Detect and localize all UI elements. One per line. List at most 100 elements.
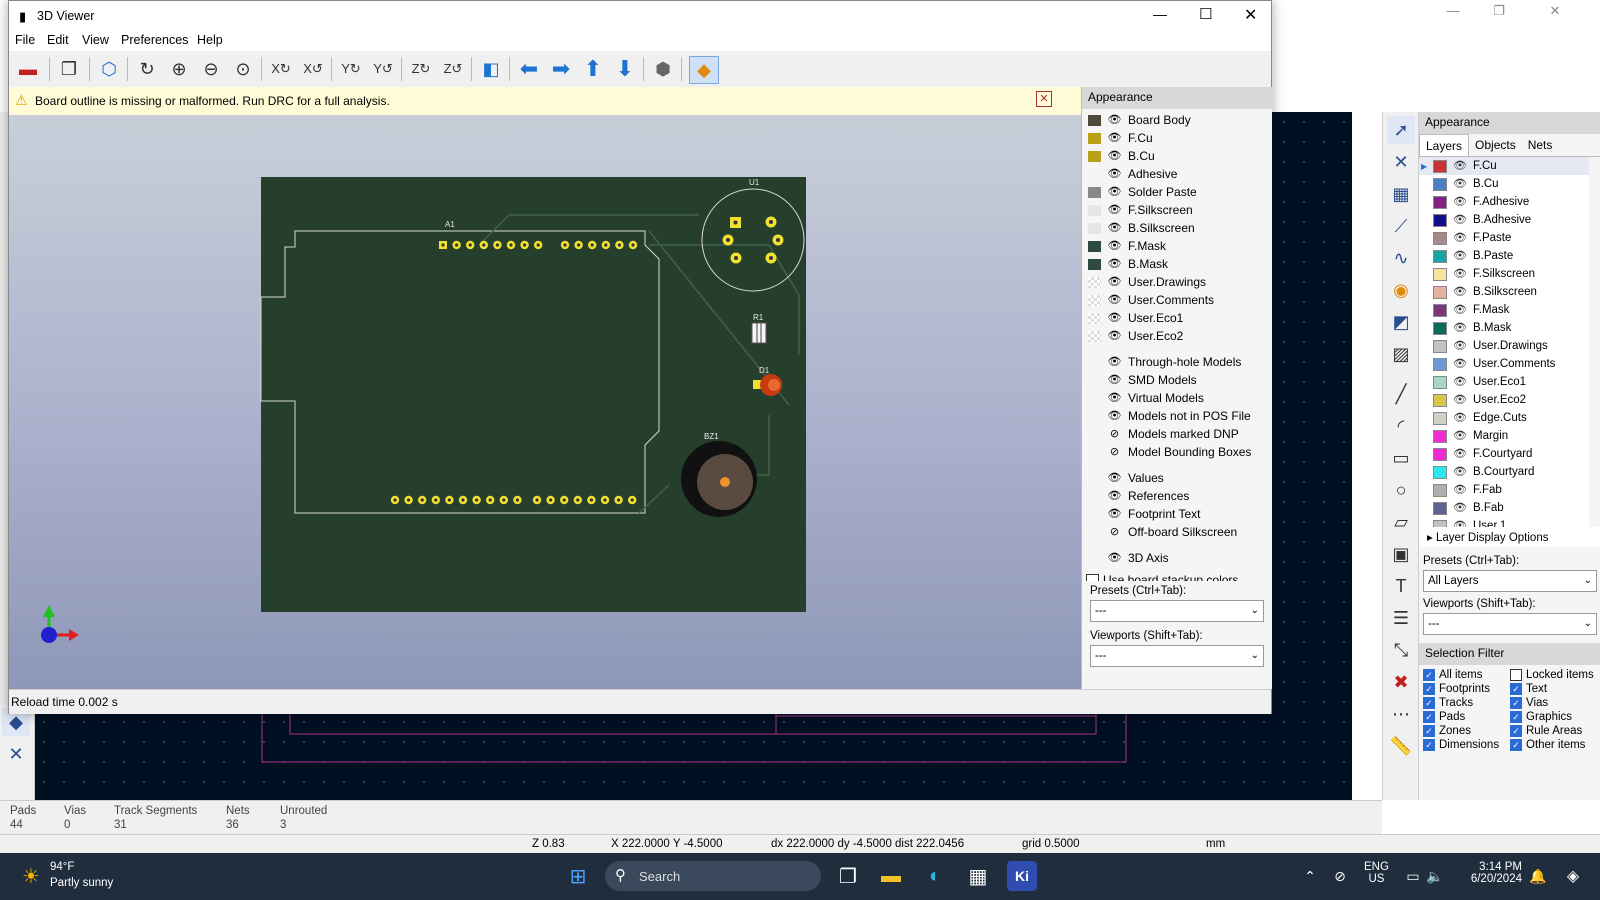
layer-row-f-cu[interactable]: 👁 F.Cu bbox=[1082, 129, 1272, 147]
visibility-off-icon[interactable]: ⊘ bbox=[1107, 428, 1122, 441]
pcb-layer-f-cu[interactable]: ▶ 👁 F.Cu bbox=[1419, 157, 1589, 175]
pcb-layer-f-mask[interactable]: 👁 F.Mask bbox=[1419, 301, 1589, 319]
layer-row-off-board-silkscreen[interactable]: ⊘ Off-board Silkscreen bbox=[1082, 523, 1272, 541]
layer-swatch[interactable] bbox=[1088, 473, 1101, 484]
maximize-icon[interactable]: ☐ bbox=[1199, 5, 1212, 23]
visibility-off-icon[interactable]: ⊘ bbox=[1107, 446, 1122, 459]
layer-row-3d-axis[interactable]: 👁 3D Axis bbox=[1082, 549, 1272, 567]
filter-rule-areas[interactable]: ✓ Rule Areas bbox=[1510, 725, 1597, 737]
layer-row-solder-paste[interactable]: 👁 Solder Paste bbox=[1082, 183, 1272, 201]
filter-dimensions[interactable]: ✓ Dimensions bbox=[1423, 739, 1510, 751]
pcb-layer-b-silkscreen[interactable]: 👁 B.Silkscreen bbox=[1419, 283, 1589, 301]
measure-icon[interactable]: 📏 bbox=[1387, 732, 1415, 760]
visibility-eye-icon[interactable]: 👁 bbox=[1453, 429, 1467, 443]
layer-row-smd-models[interactable]: 👁 SMD Models bbox=[1082, 371, 1272, 389]
weather-icon[interactable]: ☀ bbox=[16, 861, 46, 891]
visibility-eye-icon[interactable]: 👁 bbox=[1453, 213, 1467, 227]
visibility-eye-icon[interactable]: 👁 bbox=[1453, 393, 1467, 407]
stackup-checkbox[interactable] bbox=[1086, 573, 1099, 581]
select-icon[interactable]: ➚ bbox=[1387, 116, 1415, 144]
layer-swatch[interactable] bbox=[1088, 186, 1101, 198]
visibility-eye-icon[interactable]: 👁 bbox=[1107, 258, 1122, 271]
add-textbox-icon[interactable]: ☰ bbox=[1387, 604, 1415, 632]
clock[interactable]: 3:14 PM 6/20/2024 bbox=[1458, 861, 1522, 885]
add-image-icon[interactable]: ▣ bbox=[1387, 540, 1415, 568]
layer-swatch[interactable] bbox=[1088, 204, 1101, 216]
layer-row-adhesive[interactable]: 👁 Adhesive bbox=[1082, 165, 1272, 183]
visibility-eye-icon[interactable]: 👁 bbox=[1107, 222, 1122, 235]
layer-row-b-mask[interactable]: 👁 B.Mask bbox=[1082, 255, 1272, 273]
copilot-icon[interactable]: ◈ bbox=[1558, 861, 1588, 891]
pcb-layer-f-silkscreen[interactable]: 👁 F.Silkscreen bbox=[1419, 265, 1589, 283]
close-icon[interactable]: ✕ bbox=[1244, 5, 1257, 25]
layer-row-board-body[interactable]: 👁 Board Body bbox=[1082, 111, 1272, 129]
visibility-eye-icon[interactable]: 👁 bbox=[1453, 321, 1467, 335]
maximize-icon[interactable]: ❐ bbox=[1476, 0, 1522, 22]
layer-row-through-hole-models[interactable]: 👁 Through-hole Models bbox=[1082, 353, 1272, 371]
visibility-eye-icon[interactable]: 👁 bbox=[1453, 411, 1467, 425]
notification-icon[interactable]: 🔔 bbox=[1523, 861, 1553, 891]
layer-swatch[interactable] bbox=[1088, 276, 1101, 288]
visibility-eye-icon[interactable]: 👁 bbox=[1453, 465, 1467, 479]
visibility-eye-icon[interactable]: 👁 bbox=[1107, 552, 1122, 565]
visibility-eye-icon[interactable]: 👁 bbox=[1107, 132, 1122, 145]
minimize-icon[interactable]: — bbox=[1430, 0, 1476, 22]
pcb-layer-b-paste[interactable]: 👁 B.Paste bbox=[1419, 247, 1589, 265]
visibility-eye-icon[interactable]: 👁 bbox=[1453, 303, 1467, 317]
layer-row-f-mask[interactable]: 👁 F.Mask bbox=[1082, 237, 1272, 255]
filter-graphics[interactable]: ✓ Graphics bbox=[1510, 711, 1597, 723]
add-zone-icon[interactable]: ◩ bbox=[1387, 308, 1415, 336]
visibility-eye-icon[interactable]: 👁 bbox=[1107, 240, 1122, 253]
add-footprint-icon[interactable]: ▦ bbox=[1387, 180, 1415, 208]
layer-row-models-not-in-pos-file[interactable]: 👁 Models not in POS File bbox=[1082, 407, 1272, 425]
filter-pads[interactable]: ✓ Pads bbox=[1423, 711, 1510, 723]
visibility-eye-icon[interactable]: 👁 bbox=[1107, 114, 1122, 127]
layer-row-models-marked-dnp[interactable]: ⊘ Models marked DNP bbox=[1082, 425, 1272, 443]
menu-view[interactable]: View bbox=[82, 33, 109, 47]
layer-swatch[interactable] bbox=[1088, 150, 1101, 162]
zoom-out-icon[interactable]: ⊖ bbox=[197, 56, 225, 82]
visibility-eye-icon[interactable]: 👁 bbox=[1453, 195, 1467, 209]
draw-line-icon[interactable]: ╱ bbox=[1387, 380, 1415, 408]
kicad-icon[interactable]: Ki bbox=[1007, 861, 1037, 891]
layer-row-references[interactable]: 👁 References bbox=[1082, 487, 1272, 505]
reload-icon[interactable]: ↻ bbox=[133, 56, 161, 82]
layer-display-options[interactable]: ▸ Layer Display Options bbox=[1419, 527, 1600, 547]
layer-swatch[interactable] bbox=[1433, 249, 1447, 263]
add-via-icon[interactable]: ◉ bbox=[1387, 276, 1415, 304]
viewer-presets-select[interactable]: --- ⌄ bbox=[1090, 600, 1264, 622]
rotate-x-ccw-icon[interactable]: X↺ bbox=[299, 56, 327, 82]
chevron-up-icon[interactable]: ⌃ bbox=[1295, 861, 1325, 891]
checkbox[interactable]: ✓ bbox=[1510, 697, 1522, 709]
checkbox[interactable] bbox=[1510, 669, 1522, 681]
layer-row-footprint-text[interactable]: 👁 Footprint Text bbox=[1082, 505, 1272, 523]
local-ratsnest-icon[interactable]: ✕ bbox=[1387, 148, 1415, 176]
tab-nets[interactable]: Nets bbox=[1522, 134, 1559, 156]
draw-rectangle-icon[interactable]: ▭ bbox=[1387, 444, 1415, 472]
rotate-x-cw-icon[interactable]: X↻ bbox=[267, 56, 295, 82]
draw-circle-icon[interactable]: ○ bbox=[1387, 476, 1415, 504]
pcb-layer-margin[interactable]: 👁 Margin bbox=[1419, 427, 1589, 445]
checkbox[interactable]: ✓ bbox=[1423, 669, 1435, 681]
layer-swatch[interactable] bbox=[1433, 411, 1447, 425]
layer-swatch[interactable] bbox=[1433, 465, 1447, 479]
layer-swatch[interactable] bbox=[1433, 429, 1447, 443]
close-warning-icon[interactable]: ✕ bbox=[1036, 91, 1052, 107]
checkbox[interactable]: ✓ bbox=[1423, 739, 1435, 751]
checkbox[interactable]: ✓ bbox=[1510, 725, 1522, 737]
checkbox[interactable]: ✓ bbox=[1423, 697, 1435, 709]
visibility-eye-icon[interactable]: 👁 bbox=[1107, 490, 1122, 503]
menu-edit[interactable]: Edit bbox=[47, 33, 69, 47]
layer-row-user-eco2[interactable]: 👁 User.Eco2 bbox=[1082, 327, 1272, 345]
layer-swatch[interactable] bbox=[1088, 375, 1101, 386]
filter-locked-items[interactable]: Locked items bbox=[1510, 669, 1597, 681]
checkbox[interactable]: ✓ bbox=[1510, 739, 1522, 751]
move-right-icon[interactable]: ➡ bbox=[547, 56, 575, 82]
checkbox[interactable]: ✓ bbox=[1423, 725, 1435, 737]
pcb-viewports-select[interactable]: --- ⌄ bbox=[1423, 613, 1597, 635]
visibility-eye-icon[interactable]: 👁 bbox=[1107, 330, 1122, 343]
orthographic-icon[interactable]: ⬢ bbox=[649, 56, 677, 82]
task-view-icon[interactable]: ❐ bbox=[833, 861, 863, 891]
visibility-eye-icon[interactable]: 👁 bbox=[1453, 483, 1467, 497]
layer-row-b-silkscreen[interactable]: 👁 B.Silkscreen bbox=[1082, 219, 1272, 237]
